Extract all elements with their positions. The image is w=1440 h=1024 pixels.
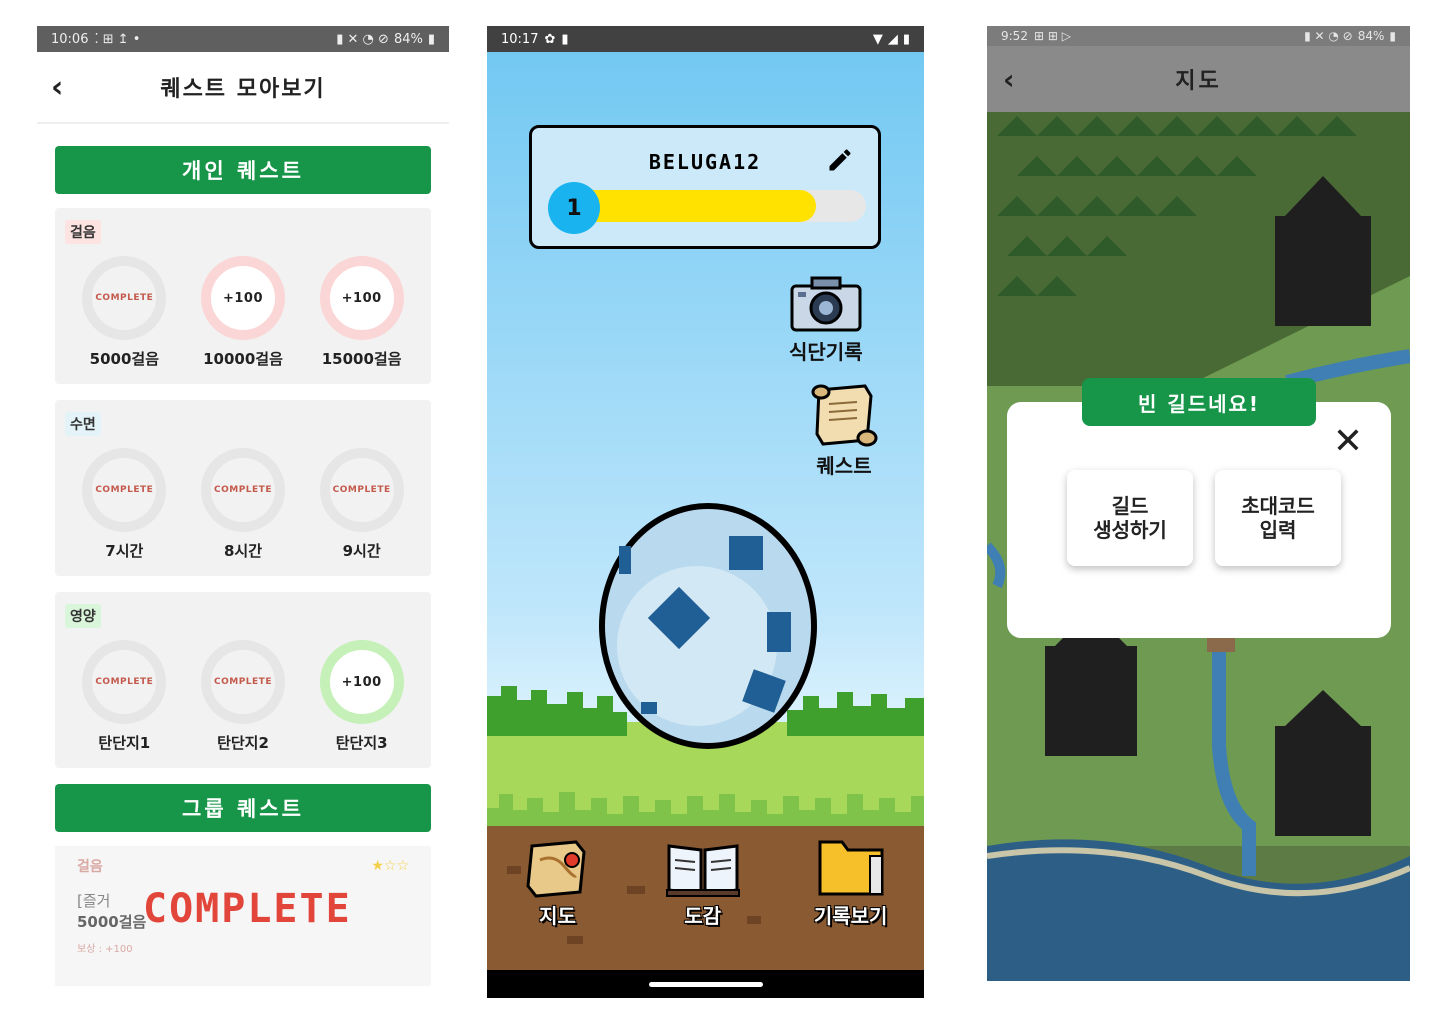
system-nav-bar xyxy=(487,970,924,998)
records-label: 기록보기 xyxy=(813,904,888,928)
battery-text: 84% xyxy=(393,31,423,47)
close-icon[interactable]: ✕ xyxy=(1333,424,1363,460)
quest-label: 탄단지3 xyxy=(335,734,388,752)
wifi-icon: ▼ xyxy=(872,31,883,47)
quest-label: 퀘스트 xyxy=(816,454,872,478)
diet-record-label: 식단기록 xyxy=(789,340,863,364)
progress-ring: COMPLETE xyxy=(200,640,285,724)
group-quest-reward: 보상 : +100 xyxy=(77,944,133,955)
quest-item[interactable]: +100 15000걸음 xyxy=(312,256,412,369)
personal-quest-banner: 개인 퀘스트 xyxy=(55,146,431,194)
difficulty-stars: ★☆☆ xyxy=(371,858,409,874)
quest-item[interactable]: +100 10000걸음 xyxy=(193,256,293,369)
encyclopedia-button[interactable]: 도감 xyxy=(665,836,741,946)
quest-item[interactable]: COMPLETE 7시간 xyxy=(74,448,174,561)
quest-item[interactable]: COMPLETE 9시간 xyxy=(312,448,412,561)
pet-egg[interactable] xyxy=(597,496,819,750)
dialog-title: 빈 길드네요! xyxy=(1082,378,1316,426)
scroll-icon xyxy=(811,384,878,447)
xp-fill xyxy=(572,190,817,222)
progress-ring: +100 xyxy=(319,256,404,340)
category-tag: 영양 xyxy=(65,604,101,628)
signal-icon: ◢ xyxy=(887,31,898,47)
sd-card-icon: ▮ xyxy=(561,31,569,47)
home-screen: 10:17 ✿ ▮ ▼ ◢ ▮ BELUGA12 1 식단기록 퀘스트 지도 도… xyxy=(487,26,924,998)
quest-label: 8시간 xyxy=(223,542,262,560)
back-arrow-icon[interactable]: ‹ xyxy=(51,70,63,105)
quest-label: 7시간 xyxy=(105,542,144,560)
progress-ring: +100 xyxy=(200,256,285,340)
page-title: 퀘스트 모아보기 xyxy=(160,77,326,102)
quest-label: 9시간 xyxy=(342,542,381,560)
progress-ring: COMPLETE xyxy=(82,256,167,340)
quest-category-nutrition: 영양 COMPLETE 탄단지1 COMPLETE 탄단지2 +100 탄단지3 xyxy=(55,592,431,768)
quest-label: 탄단지2 xyxy=(217,734,269,752)
status-bar: 10:17 ✿ ▮ ▼ ◢ ▮ xyxy=(487,26,924,52)
records-button[interactable]: 기록보기 xyxy=(813,836,888,946)
group-quest-tag: 걸음 xyxy=(77,859,103,875)
progress-ring: COMPLETE xyxy=(82,448,167,532)
xp-bar xyxy=(572,190,866,222)
page-title: 지도 xyxy=(1175,69,1222,94)
map-button[interactable]: 지도 xyxy=(524,836,592,946)
quest-label: 5000걸음 xyxy=(89,350,159,368)
quest-item[interactable]: COMPLETE 탄단지1 xyxy=(74,640,174,753)
invite-code-button[interactable]: 초대코드 입력 xyxy=(1215,470,1341,566)
folder-icon xyxy=(818,840,884,896)
quest-item[interactable]: +100 탄단지3 xyxy=(312,640,412,753)
home-indicator[interactable] xyxy=(649,982,763,987)
guild-dialog: ✕ 길드 생성하기 초대코드 입력 xyxy=(1007,402,1391,638)
app-bar: ‹ 퀘스트 모아보기 xyxy=(37,52,449,124)
battery-text: 84% xyxy=(1357,29,1385,43)
quest-overview-screen: 10:06 ⁚ ⊞ ↥ • ▮ ✕ ◔ ⊘ 84% ▮ ‹ 퀘스트 모아보기 개… xyxy=(37,26,449,998)
battery-icon: ▮ xyxy=(1389,29,1396,43)
quest-label: 탄단지1 xyxy=(98,734,151,752)
settings-icon: ✿ xyxy=(544,31,556,47)
status-bar: 10:06 ⁚ ⊞ ↥ • ▮ ✕ ◔ ⊘ 84% ▮ xyxy=(37,26,449,52)
battery-icon: ▮ xyxy=(427,31,435,47)
quest-item[interactable]: COMPLETE 5000걸음 xyxy=(74,256,174,369)
quest-category-sleep: 수면 COMPLETE 7시간 COMPLETE 8시간 COMPLETE 9시… xyxy=(55,400,431,576)
quest-item[interactable]: COMPLETE 8시간 xyxy=(193,448,293,561)
camera-icon xyxy=(790,276,862,332)
progress-ring: COMPLETE xyxy=(200,448,285,532)
quest-category-walk: 걸음 COMPLETE 5000걸음 +100 10000걸음 +100 150… xyxy=(55,208,431,384)
open-book-icon xyxy=(665,844,740,897)
map-screen: 9:52 ⊞ ⊞ ▷ ▮ ✕ ◔ ⊘ 84% ▮ ‹ 지도 ✕ 길드 생성하기 … xyxy=(987,26,1410,981)
progress-ring: COMPLETE xyxy=(82,640,167,724)
edit-pencil-icon[interactable] xyxy=(826,146,854,174)
quest-item[interactable]: COMPLETE 탄단지2 xyxy=(193,640,293,753)
profile-card: BELUGA12 1 xyxy=(529,125,881,249)
status-icons: ⊞ ⊞ ▷ xyxy=(1033,29,1071,43)
app-bar: ‹ 지도 xyxy=(987,46,1410,112)
map-scroll-icon xyxy=(526,840,586,898)
category-tag: 걸음 xyxy=(65,220,101,244)
signal-icons: ▮ ✕ ◔ ⊘ xyxy=(336,31,389,47)
quest-label: 15000걸음 xyxy=(321,350,402,368)
status-icons: ⁚ ⊞ ↥ • xyxy=(94,31,141,47)
diet-record-button[interactable]: 식단기록 xyxy=(789,276,863,365)
group-quest-banner: 그룹 퀘스트 xyxy=(55,784,431,832)
back-arrow-icon[interactable]: ‹ xyxy=(1003,63,1015,96)
progress-ring: COMPLETE xyxy=(319,448,404,532)
quest-label: 10000걸음 xyxy=(203,350,283,368)
progress-ring: +100 xyxy=(319,640,404,724)
status-time: 10:06 xyxy=(51,31,89,47)
signal-icons: ▮ ✕ ◔ ⊘ xyxy=(1304,29,1353,43)
battery-icon: ▮ xyxy=(902,31,910,47)
map-label: 지도 xyxy=(539,904,576,928)
group-quest-card[interactable]: 걸음 ★☆☆ [즐거 5000걸음 보상 : +100 COMPLETE xyxy=(55,846,431,986)
quest-button[interactable]: 퀘스트 xyxy=(809,382,879,479)
complete-stamp: COMPLETE xyxy=(143,886,352,932)
status-time: 9:52 xyxy=(1001,29,1028,43)
create-guild-button[interactable]: 길드 생성하기 xyxy=(1067,470,1193,566)
category-tag: 수면 xyxy=(65,412,101,436)
status-bar: 9:52 ⊞ ⊞ ▷ ▮ ✕ ◔ ⊘ 84% ▮ xyxy=(987,26,1410,46)
bottom-navigation: 지도 도감 기록보기 xyxy=(487,836,924,946)
status-time: 10:17 xyxy=(501,31,539,47)
encyclopedia-label: 도감 xyxy=(684,904,722,928)
level-badge: 1 xyxy=(548,182,600,234)
